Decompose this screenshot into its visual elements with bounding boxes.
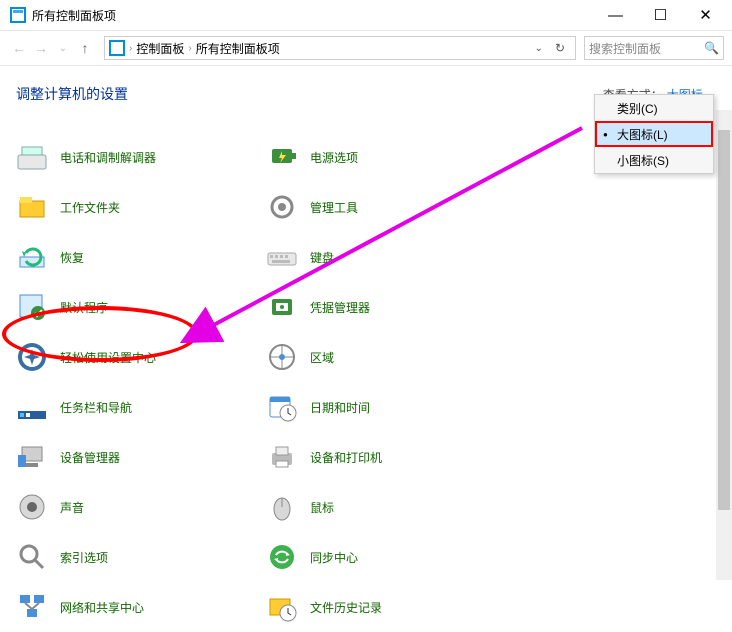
phone-modem-icon xyxy=(16,141,48,173)
item-label: 恢复 xyxy=(60,249,84,266)
mouse-icon xyxy=(266,491,298,523)
minimize-button[interactable]: — xyxy=(593,0,638,30)
search-icon[interactable]: 🔍 xyxy=(704,41,719,55)
item-admin-tools[interactable]: 管理工具 xyxy=(266,182,516,232)
search-box[interactable]: 搜索控制面板 🔍 xyxy=(584,36,724,60)
item-label: 设备管理器 xyxy=(60,449,120,466)
item-label: 鼠标 xyxy=(310,499,334,516)
sync-center-icon xyxy=(266,541,298,573)
control-panel-icon xyxy=(109,40,125,56)
recent-dropdown[interactable]: ⌄ xyxy=(52,43,74,54)
item-label: 凭据管理器 xyxy=(310,299,370,316)
item-label: 日期和时间 xyxy=(310,399,370,416)
up-button[interactable]: ↑ xyxy=(74,40,96,56)
window-icon xyxy=(10,7,26,23)
back-button[interactable]: ← xyxy=(8,40,30,56)
item-label: 区域 xyxy=(310,349,334,366)
dropdown-item-label: 类别(C) xyxy=(617,100,658,117)
item-sound[interactable]: 声音 xyxy=(16,482,266,532)
item-label: 管理工具 xyxy=(310,199,358,216)
maximize-button[interactable]: ☐ xyxy=(638,0,683,30)
breadcrumb-sep: › xyxy=(188,43,191,54)
devices-printers-icon xyxy=(266,441,298,473)
vertical-scrollbar[interactable] xyxy=(716,110,732,580)
item-ease-of-access[interactable]: 轻松使用设置中心 xyxy=(16,332,266,382)
item-label: 同步中心 xyxy=(310,549,358,566)
sound-icon xyxy=(16,491,48,523)
item-label: 设备和打印机 xyxy=(310,449,382,466)
indexing-icon xyxy=(16,541,48,573)
network-sharing-icon xyxy=(16,591,48,623)
item-credential-manager[interactable]: 凭据管理器 xyxy=(266,282,516,332)
default-programs-icon xyxy=(16,291,48,323)
region-icon xyxy=(266,341,298,373)
address-toolbar: ← → ⌄ ↑ › 控制面板 › 所有控制面板项 ⌄ ↻ 搜索控制面板 🔍 xyxy=(0,30,732,66)
date-time-icon xyxy=(266,391,298,423)
item-label: 默认程序 xyxy=(60,299,108,316)
address-history-dropdown[interactable]: ⌄ xyxy=(535,43,543,54)
address-bar[interactable]: › 控制面板 › 所有控制面板项 ⌄ ↻ xyxy=(104,36,576,60)
view-by-dropdown: 类别(C) ● 大图标(L) 小图标(S) xyxy=(594,94,714,174)
file-history-icon xyxy=(266,591,298,623)
dropdown-item-category[interactable]: 类别(C) xyxy=(595,95,713,121)
item-taskbar-nav[interactable]: 任务栏和导航 xyxy=(16,382,266,432)
item-mouse[interactable]: 鼠标 xyxy=(266,482,516,532)
breadcrumb-root[interactable]: 控制面板 xyxy=(136,40,184,57)
content-area: 调整计算机的设置 查看方式： 大图标 ▼ 类别(C) ● 大图标(L) 小图标(… xyxy=(0,66,732,618)
item-label: 工作文件夹 xyxy=(60,199,120,216)
item-label: 任务栏和导航 xyxy=(60,399,132,416)
dropdown-item-large-icons[interactable]: ● 大图标(L) xyxy=(595,121,713,147)
item-keyboard[interactable]: 键盘 xyxy=(266,232,516,282)
titlebar: 所有控制面板项 — ☐ ✕ xyxy=(0,0,732,30)
dropdown-item-label: 小图标(S) xyxy=(617,152,669,169)
dropdown-item-label: 大图标(L) xyxy=(617,126,668,143)
page-title: 调整计算机的设置 xyxy=(16,84,128,104)
window-title: 所有控制面板项 xyxy=(32,7,593,24)
item-date-time[interactable]: 日期和时间 xyxy=(266,382,516,432)
item-label: 轻松使用设置中心 xyxy=(60,349,156,366)
item-phone-modem[interactable]: 电话和调制解调器 xyxy=(16,132,266,182)
keyboard-icon xyxy=(266,241,298,273)
dropdown-item-small-icons[interactable]: 小图标(S) xyxy=(595,147,713,173)
item-label: 电源选项 xyxy=(310,149,358,166)
taskbar-nav-icon xyxy=(16,391,48,423)
power-icon xyxy=(266,141,298,173)
item-default-programs[interactable]: 默认程序 xyxy=(16,282,266,332)
item-label: 电话和调制解调器 xyxy=(60,149,156,166)
close-button[interactable]: ✕ xyxy=(683,0,728,30)
work-folders-icon xyxy=(16,191,48,223)
item-region[interactable]: 区域 xyxy=(266,332,516,382)
breadcrumb-sep: › xyxy=(129,43,132,54)
forward-button[interactable]: → xyxy=(30,40,52,56)
item-power[interactable]: 电源选项 xyxy=(266,132,516,182)
item-indexing[interactable]: 索引选项 xyxy=(16,532,266,582)
item-recovery[interactable]: 恢复 xyxy=(16,232,266,282)
item-devices-printers[interactable]: 设备和打印机 xyxy=(266,432,516,482)
credential-manager-icon xyxy=(266,291,298,323)
window-controls: — ☐ ✕ xyxy=(593,0,728,30)
scrollbar-thumb[interactable] xyxy=(718,130,730,510)
breadcrumb-current[interactable]: 所有控制面板项 xyxy=(196,40,280,57)
item-label: 声音 xyxy=(60,499,84,516)
search-placeholder: 搜索控制面板 xyxy=(589,40,704,57)
admin-tools-icon xyxy=(266,191,298,223)
item-label: 索引选项 xyxy=(60,549,108,566)
item-sync-center[interactable]: 同步中心 xyxy=(266,532,516,582)
ease-of-access-icon xyxy=(16,341,48,373)
refresh-button[interactable]: ↻ xyxy=(555,41,565,55)
recovery-icon xyxy=(16,241,48,273)
item-label: 文件历史记录 xyxy=(310,599,382,616)
address-tail: ⌄ ↻ xyxy=(529,41,571,55)
items-grid: 电话和调制解调器 电源选项 工作文件夹 管理工具 恢复 键盘 默认程序 xyxy=(16,132,536,632)
item-network-sharing[interactable]: 网络和共享中心 xyxy=(16,582,266,632)
item-label: 键盘 xyxy=(310,249,334,266)
item-file-history[interactable]: 文件历史记录 xyxy=(266,582,516,632)
item-label: 网络和共享中心 xyxy=(60,599,144,616)
device-manager-icon xyxy=(16,441,48,473)
item-device-manager[interactable]: 设备管理器 xyxy=(16,432,266,482)
selected-bullet-icon: ● xyxy=(603,130,608,139)
item-work-folders[interactable]: 工作文件夹 xyxy=(16,182,266,232)
